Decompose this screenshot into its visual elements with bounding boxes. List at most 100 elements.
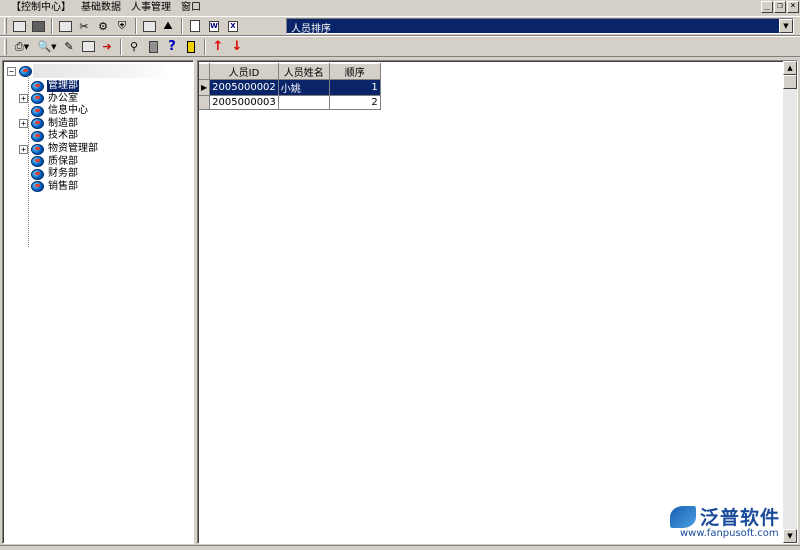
- table-header-row: 人员ID 人员姓名 顺序: [199, 63, 381, 80]
- globe-icon: [31, 93, 44, 105]
- close-button[interactable]: ×: [787, 1, 799, 13]
- form-button[interactable]: [79, 38, 97, 55]
- tree-node[interactable]: 信息中心: [19, 105, 89, 117]
- scroll-thumb[interactable]: [783, 75, 797, 89]
- menu-control-center[interactable]: 【控制中心】: [6, 1, 76, 15]
- word-icon: W: [209, 20, 219, 32]
- arrow-up-icon: ↑: [212, 39, 224, 54]
- toolbar-grip[interactable]: [4, 18, 7, 34]
- arrow-down-icon: ↓: [231, 39, 243, 54]
- table-row[interactable]: ▶ 2005000002 小姚 1: [199, 79, 381, 96]
- refresh-button[interactable]: [29, 18, 47, 35]
- print-button[interactable]: ⎙ ▼: [10, 38, 34, 55]
- row-indicator[interactable]: ▶: [199, 79, 211, 96]
- tree-node[interactable]: + 办公室: [19, 93, 79, 105]
- mail-button[interactable]: [56, 18, 74, 35]
- chart-button[interactable]: ⛰: [159, 18, 177, 35]
- toolbar-grip[interactable]: [4, 38, 7, 55]
- toolbar-separator: [120, 38, 122, 55]
- move-down-button[interactable]: ↓: [228, 38, 246, 55]
- move-up-button[interactable]: ↑: [209, 38, 227, 55]
- exit-icon: ➔: [102, 40, 112, 53]
- globe-icon: [31, 118, 44, 130]
- tree-node[interactable]: + 物资管理部: [19, 143, 99, 155]
- calculator-button[interactable]: [144, 38, 162, 55]
- menu-basic-data[interactable]: 基础数据: [76, 1, 126, 15]
- globe-icon: [19, 66, 32, 77]
- brand-logo: 泛普软件: [670, 503, 780, 530]
- exit-button[interactable]: ➔: [98, 38, 116, 55]
- notes-button[interactable]: [182, 38, 200, 55]
- module-select[interactable]: 人员排序 ▼: [286, 18, 794, 35]
- excel-button[interactable]: X: [224, 18, 242, 35]
- column-header-order[interactable]: 顺序: [329, 63, 381, 80]
- expand-icon[interactable]: +: [19, 119, 28, 129]
- table-row[interactable]: 2005000003 2: [199, 95, 381, 110]
- expand-icon[interactable]: +: [19, 144, 28, 154]
- cell-order[interactable]: 2: [329, 95, 381, 110]
- security-button[interactable]: ⛨: [113, 18, 131, 35]
- binoculars-icon: ⚲: [129, 40, 139, 53]
- preview-button[interactable]: 🔍 ▼: [35, 38, 59, 55]
- notebook-icon: [187, 40, 195, 53]
- tree-node[interactable]: 财务部: [19, 168, 79, 180]
- toolbar-separator: [51, 18, 53, 34]
- minimize-button[interactable]: _: [761, 1, 773, 13]
- cell-employee-id[interactable]: 2005000003: [209, 95, 279, 110]
- globe-icon: [31, 105, 44, 117]
- cell-employee-name[interactable]: 小姚: [278, 79, 330, 96]
- column-header-id[interactable]: 人员ID: [209, 63, 279, 80]
- scroll-down-button[interactable]: ▼: [783, 529, 797, 543]
- tree-node[interactable]: + 制造部: [19, 118, 79, 130]
- edit-button[interactable]: ✎: [60, 38, 78, 55]
- vertical-scrollbar[interactable]: ▲ ▼: [783, 61, 797, 543]
- tree-root[interactable]: −: [7, 66, 35, 77]
- magnifier-icon: 🔍: [37, 40, 52, 53]
- refresh-icon: [31, 20, 45, 32]
- monitor-button[interactable]: [140, 18, 158, 35]
- tree-node[interactable]: 质保部: [19, 156, 79, 168]
- tree-node[interactable]: 管理部: [19, 80, 79, 92]
- toolbar-separator: [204, 38, 206, 55]
- cut-button[interactable]: ✂: [75, 18, 93, 35]
- brand-name: 泛普软件: [700, 507, 781, 529]
- column-header-name[interactable]: 人员姓名: [278, 63, 330, 80]
- menu-hr-management[interactable]: 人事管理: [126, 1, 176, 15]
- tree-node-label: 销售部: [48, 180, 78, 192]
- window-controls: _ ❐ ×: [761, 1, 799, 13]
- tree-node[interactable]: 技术部: [19, 130, 79, 142]
- word-button[interactable]: W: [205, 18, 223, 35]
- chevron-down-icon[interactable]: ▼: [779, 19, 793, 33]
- tree-node[interactable]: 销售部: [19, 181, 79, 193]
- employee-order-grid[interactable]: 人员ID 人员姓名 顺序 ▶ 2005000002 小姚 1 2005000003 2 ▲…: [197, 60, 798, 544]
- toolbar-secondary: ⎙ ▼ 🔍 ▼ ✎ ➔ ⚲ ? ↑ ↓: [0, 36, 800, 57]
- cell-employee-name[interactable]: [278, 95, 330, 110]
- employee-table: 人员ID 人员姓名 顺序 ▶ 2005000002 小姚 1 2005000003 2: [199, 63, 381, 110]
- cell-order[interactable]: 1: [329, 79, 381, 96]
- excel-icon: X: [228, 20, 238, 32]
- globe-icon: [31, 181, 44, 193]
- expand-icon[interactable]: +: [19, 94, 28, 104]
- search-button[interactable]: ⚲: [125, 38, 143, 55]
- tree-node-label: 物资管理部: [48, 143, 98, 154]
- menu-window[interactable]: 窗口: [176, 1, 206, 15]
- tree-node-label: 质保部: [48, 155, 78, 167]
- collapse-icon[interactable]: −: [7, 67, 16, 76]
- help-button[interactable]: ?: [163, 38, 181, 55]
- export-button[interactable]: [186, 18, 204, 35]
- form-icon: [81, 41, 95, 52]
- department-tree[interactable]: − 管理部 + 办公室 信息中心 + 制造部 技术部 + 物资管理部 质保部 财务部 销售部: [2, 60, 194, 544]
- chart-icon: ⛰: [163, 19, 173, 32]
- menu-bar: 【控制中心】 基础数据 人事管理 窗口 _ ❐ ×: [0, 0, 800, 16]
- cell-employee-id[interactable]: 2005000002: [209, 79, 279, 96]
- row-indicator[interactable]: [199, 95, 211, 110]
- brand-url: www.fanpusoft.com: [680, 528, 779, 539]
- globe-icon: [31, 168, 44, 180]
- shield-icon: ⛨: [117, 19, 127, 32]
- settings-button[interactable]: ⚙: [94, 18, 112, 35]
- chevron-down-icon: ▼: [51, 42, 57, 51]
- scroll-up-button[interactable]: ▲: [783, 61, 797, 75]
- monitor-icon: [142, 20, 156, 32]
- restore-button[interactable]: ❐: [774, 1, 786, 13]
- new-window-button[interactable]: [10, 18, 28, 35]
